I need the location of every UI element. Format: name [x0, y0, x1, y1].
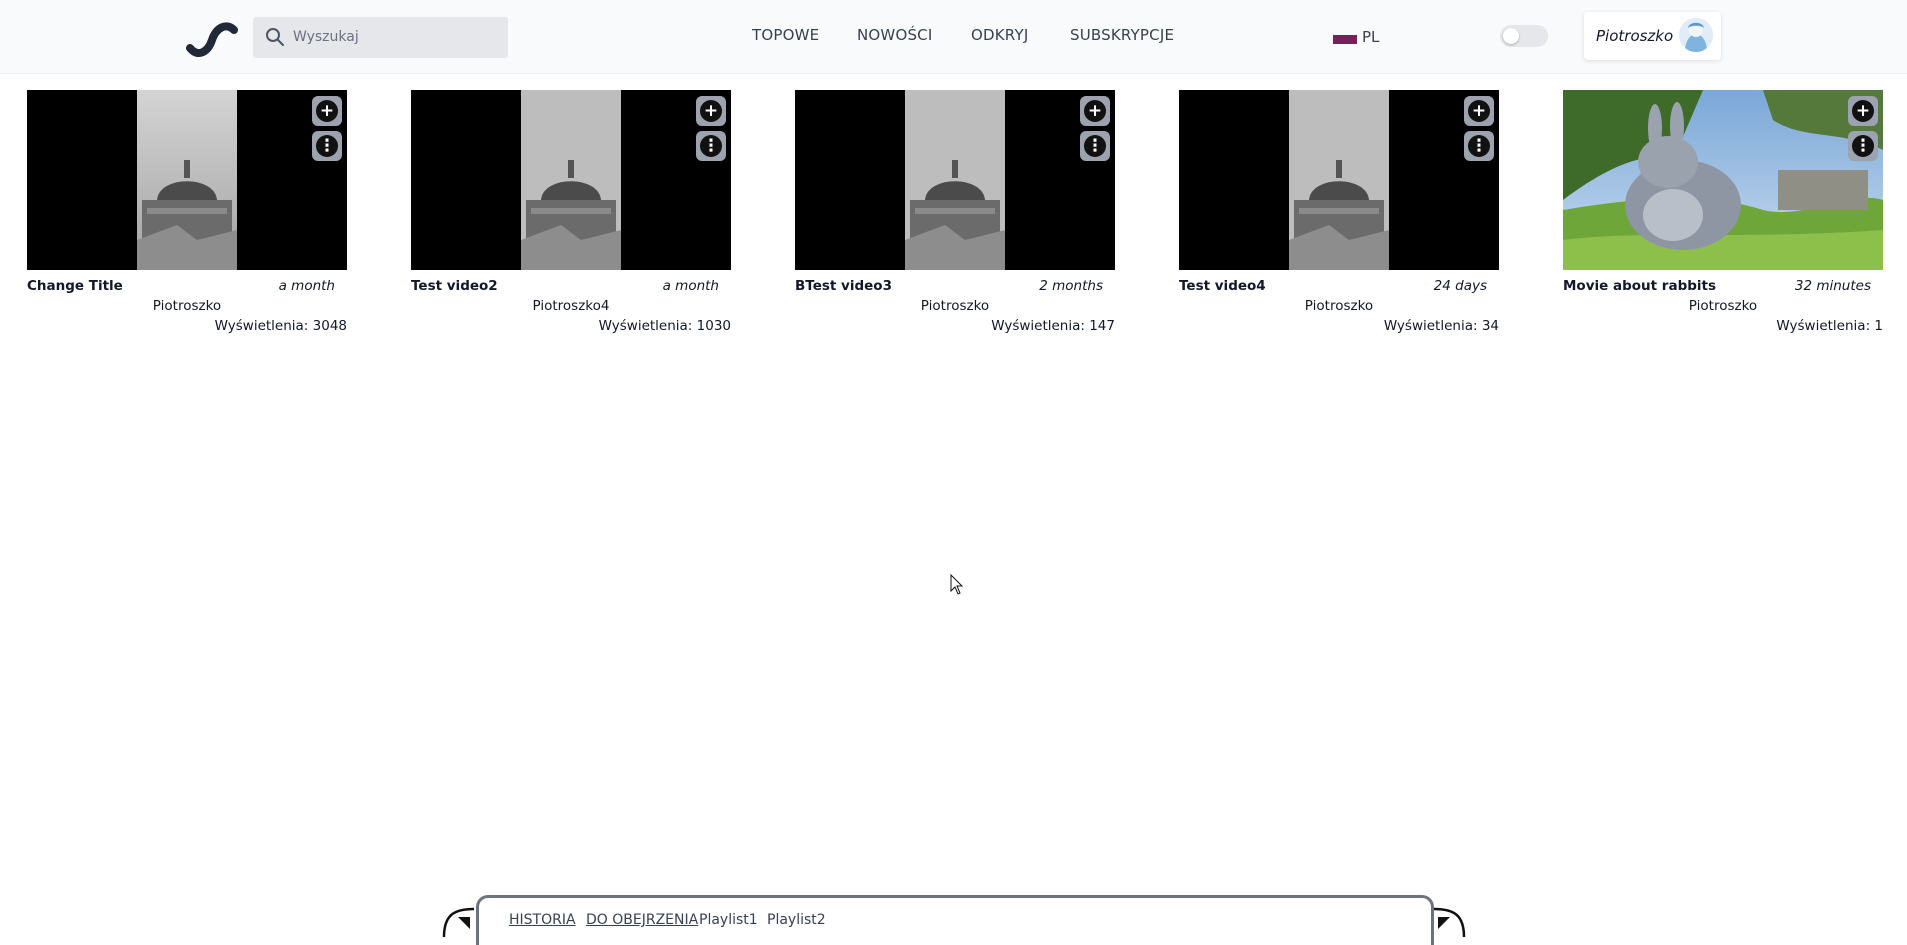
- add-to-playlist-button[interactable]: +: [1464, 96, 1494, 126]
- nav-odkryj[interactable]: ODKRYJ: [971, 26, 1028, 44]
- video-age: a month: [278, 278, 335, 294]
- video-author[interactable]: Piotroszko: [1179, 298, 1499, 314]
- vertical-dots-icon: ⋮: [1852, 135, 1874, 157]
- video-title[interactable]: Movie about rabbits: [1563, 278, 1716, 294]
- playlist-bar: HISTORIA DO OBEJRZENIA Playlist1 Playlis…: [440, 893, 1470, 945]
- more-options-button[interactable]: ⋮: [1464, 131, 1494, 161]
- video-age: 32 minutes: [1794, 278, 1871, 294]
- video-title[interactable]: Change Title: [27, 278, 123, 294]
- thumbnail-image: [1563, 90, 1883, 270]
- plus-circle-icon: +: [1852, 100, 1874, 122]
- video-title[interactable]: Test video4: [1179, 278, 1266, 294]
- more-options-button[interactable]: ⋮: [1080, 131, 1110, 161]
- more-options-button[interactable]: ⋮: [696, 131, 726, 161]
- mouse-cursor-icon: [950, 574, 964, 595]
- video-age: 24 days: [1433, 278, 1487, 294]
- add-to-playlist-button[interactable]: +: [696, 96, 726, 126]
- video-views: Wyświetlenia: 34: [1383, 318, 1499, 334]
- video-title[interactable]: Test video2: [411, 278, 498, 294]
- vertical-dots-icon: ⋮: [700, 135, 722, 157]
- video-views: Wyświetlenia: 3048: [214, 318, 347, 334]
- thumbnail-image: [521, 90, 621, 270]
- scroll-right-arrow-icon[interactable]: [1434, 907, 1468, 937]
- video-age: a month: [662, 278, 719, 294]
- more-options-button[interactable]: ⋮: [312, 131, 342, 161]
- video-author[interactable]: Piotroszko4: [411, 298, 731, 314]
- video-author[interactable]: Piotroszko: [795, 298, 1115, 314]
- vertical-dots-icon: ⋮: [316, 135, 338, 157]
- scroll-left-arrow-icon[interactable]: [440, 907, 474, 937]
- tab-playlist2[interactable]: Playlist2: [767, 912, 826, 928]
- video-thumbnail[interactable]: + ⋮: [795, 90, 1115, 270]
- plus-circle-icon: +: [700, 100, 722, 122]
- vertical-dots-icon: ⋮: [1084, 135, 1106, 157]
- user-name: Piotroszko: [1596, 27, 1674, 45]
- top-header: Wyszukaj TOPOWE NOWOŚCI ODKRYJ SUBSKRYPC…: [0, 0, 1907, 74]
- tab-playlist1[interactable]: Playlist1: [699, 912, 758, 928]
- video-thumbnail[interactable]: + ⋮: [1179, 90, 1499, 270]
- search-icon: [266, 28, 284, 46]
- add-to-playlist-button[interactable]: +: [1848, 96, 1878, 126]
- search-placeholder: Wyszukaj: [293, 29, 359, 45]
- plus-circle-icon: +: [1468, 100, 1490, 122]
- user-menu[interactable]: Piotroszko: [1584, 12, 1721, 60]
- playlist-tabs: HISTORIA DO OBEJRZENIA Playlist1 Playlis…: [476, 895, 1434, 945]
- nav-subskrypcje[interactable]: SUBSKRYPCJE: [1070, 26, 1174, 44]
- language-selector[interactable]: PL: [1362, 28, 1379, 46]
- video-views: Wyświetlenia: 1: [1776, 318, 1883, 334]
- thumbnail-image: [1289, 90, 1389, 270]
- more-options-button[interactable]: ⋮: [1848, 131, 1878, 161]
- search-input[interactable]: Wyszukaj: [253, 17, 508, 58]
- video-thumbnail[interactable]: + ⋮: [1563, 90, 1883, 270]
- language-flag-icon[interactable]: [1333, 35, 1357, 44]
- avatar: [1679, 18, 1713, 52]
- theme-toggle[interactable]: [1500, 25, 1548, 47]
- video-author[interactable]: Piotroszko: [1563, 298, 1883, 314]
- nav-topowe[interactable]: TOPOWE: [752, 26, 819, 44]
- add-to-playlist-button[interactable]: +: [312, 96, 342, 126]
- video-thumbnail[interactable]: + ⋮: [411, 90, 731, 270]
- vertical-dots-icon: ⋮: [1468, 135, 1490, 157]
- video-title[interactable]: BTest video3: [795, 278, 892, 294]
- nav-nowosci[interactable]: NOWOŚCI: [857, 26, 933, 44]
- tab-historia[interactable]: HISTORIA: [509, 912, 576, 928]
- video-views: Wyświetlenia: 1030: [598, 318, 731, 334]
- plus-circle-icon: +: [1084, 100, 1106, 122]
- add-to-playlist-button[interactable]: +: [1080, 96, 1110, 126]
- thumbnail-image: [137, 90, 237, 270]
- tab-do-obejrzenia[interactable]: DO OBEJRZENIA: [586, 912, 698, 928]
- video-views: Wyświetlenia: 147: [991, 318, 1115, 334]
- video-thumbnail[interactable]: + ⋮: [27, 90, 347, 270]
- thumbnail-image: [905, 90, 1005, 270]
- video-author[interactable]: Piotroszko: [27, 298, 347, 314]
- s-logo-icon[interactable]: [186, 18, 240, 58]
- video-age: 2 months: [1039, 278, 1103, 294]
- plus-circle-icon: +: [316, 100, 338, 122]
- toggle-knob: [1503, 28, 1519, 44]
